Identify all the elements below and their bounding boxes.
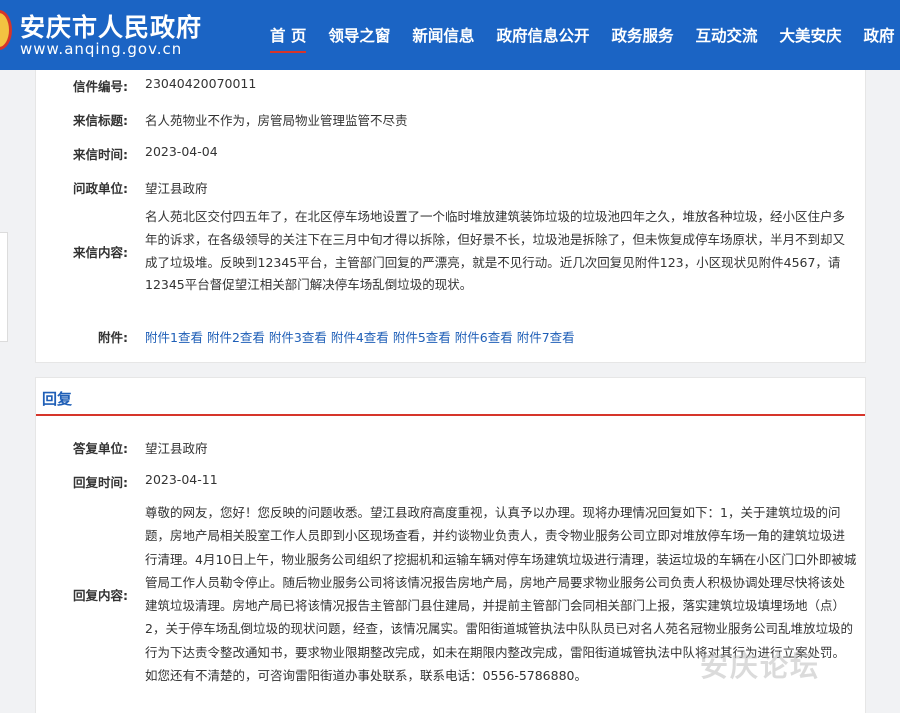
letter-title-value: 名人苑物业不作为，房管局物业管理监管不尽责 bbox=[145, 113, 408, 128]
attachment-link-6[interactable]: 附件6查看 bbox=[455, 327, 513, 346]
reply-section-title: 回复 bbox=[42, 390, 73, 408]
attachments-row: 附件: 附件1查看 附件2查看 附件3查看 附件4查看 附件5查看 附件6查看 … bbox=[36, 327, 867, 346]
reply-time-label: 回复时间: bbox=[73, 475, 128, 490]
attachments-label: 附件: bbox=[98, 330, 128, 345]
reply-unit-label: 答复单位: bbox=[73, 441, 128, 456]
attachments-list: 附件1查看 附件2查看 附件3查看 附件4查看 附件5查看 附件6查看 附件7查… bbox=[145, 327, 579, 346]
reply-content-label: 回复内容: bbox=[73, 587, 128, 603]
nav-item-interaction[interactable]: 互动交流 bbox=[695, 24, 757, 46]
reply-content-text: 尊敬的网友，您好！您反映的问题收悉。望江县政府高度重视，认真予以办理。现将办理情… bbox=[145, 505, 857, 684]
letter-content-label: 来信内容: bbox=[73, 245, 128, 261]
attachment-link-5[interactable]: 附件5查看 bbox=[393, 327, 451, 346]
nav-item-government[interactable]: 政府 bbox=[864, 24, 895, 46]
nav-item-info-disclosure[interactable]: 政府信息公开 bbox=[496, 24, 589, 46]
reply-card: 回复 答复单位: 望江县政府 回复时间: 2023-04-11 回复内容: 尊敬… bbox=[35, 377, 866, 713]
nav-item-news[interactable]: 新闻信息 bbox=[412, 24, 474, 46]
side-panel-edge bbox=[0, 232, 8, 342]
attachment-link-4[interactable]: 附件4查看 bbox=[331, 327, 389, 346]
letter-card: 信件编号: 23040420070011 来信标题: 名人苑物业不作为，房管局物… bbox=[35, 70, 866, 363]
reply-unit-row: 答复单位: 望江县政府 bbox=[36, 438, 867, 457]
letter-number-label: 信件编号: bbox=[73, 79, 128, 94]
letter-unit-label: 问政单位: bbox=[73, 181, 128, 196]
reply-time-value: 2023-04-11 bbox=[145, 472, 218, 487]
letter-title-label: 来信标题: bbox=[73, 113, 128, 128]
letter-unit-row: 问政单位: 望江县政府 bbox=[36, 178, 867, 197]
nav-item-services[interactable]: 政务服务 bbox=[611, 24, 673, 46]
top-header: 安庆市人民政府 www.anqing.gov.cn 首 页 领导之窗 新闻信息 … bbox=[0, 0, 900, 70]
reply-section-header: 回复 bbox=[36, 378, 865, 416]
nav-item-beautiful-anqing[interactable]: 大美安庆 bbox=[779, 24, 841, 46]
reply-content-row: 回复内容: 尊敬的网友，您好！您反映的问题收悉。望江县政府高度重视，认真予以办理… bbox=[36, 501, 867, 687]
letter-content-row: 来信内容: 名人苑北区交付四五年了，在北区停车场地设置了一个临时堆放建筑装饰垃圾… bbox=[36, 206, 867, 297]
nav-item-home[interactable]: 首 页 bbox=[270, 24, 307, 53]
national-emblem-icon bbox=[0, 10, 12, 50]
reply-unit-value: 望江县政府 bbox=[145, 441, 208, 456]
nav-item-leaders[interactable]: 领导之窗 bbox=[328, 24, 390, 46]
reply-time-row: 回复时间: 2023-04-11 bbox=[36, 472, 867, 491]
site-url: www.anqing.gov.cn bbox=[20, 40, 183, 58]
letter-title-row: 来信标题: 名人苑物业不作为，房管局物业管理监管不尽责 bbox=[36, 110, 867, 129]
letter-number-value: 23040420070011 bbox=[145, 76, 257, 91]
letter-content-text: 名人苑北区交付四五年了，在北区停车场地设置了一个临时堆放建筑装饰垃圾的垃圾池四年… bbox=[145, 209, 846, 293]
attachment-link-2[interactable]: 附件2查看 bbox=[207, 327, 265, 346]
letter-time-value: 2023-04-04 bbox=[145, 144, 218, 159]
attachment-link-7[interactable]: 附件7查看 bbox=[517, 327, 575, 346]
attachment-link-3[interactable]: 附件3查看 bbox=[269, 327, 327, 346]
attachment-link-1[interactable]: 附件1查看 bbox=[145, 327, 203, 346]
letter-time-row: 来信时间: 2023-04-04 bbox=[36, 144, 867, 163]
letter-number-row: 信件编号: 23040420070011 bbox=[36, 76, 867, 95]
site-title[interactable]: 安庆市人民政府 bbox=[20, 8, 202, 44]
letter-unit-value: 望江县政府 bbox=[145, 181, 208, 196]
main-nav: 首 页 领导之窗 新闻信息 政府信息公开 政务服务 互动交流 大美安庆 政府 bbox=[270, 24, 900, 53]
letter-time-label: 来信时间: bbox=[73, 147, 128, 162]
